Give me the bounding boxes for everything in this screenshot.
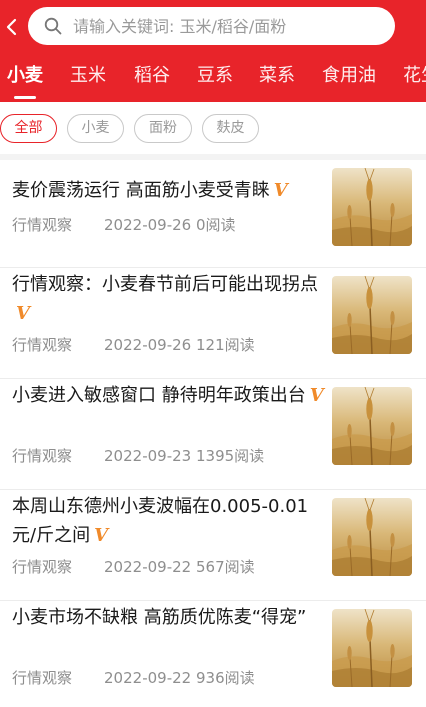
article-meta: 行情观察 2022-09-23 1395阅读 bbox=[12, 445, 264, 466]
article-reads: 0阅读 bbox=[195, 216, 236, 234]
search-bar[interactable] bbox=[28, 7, 395, 45]
tab-soybean[interactable]: 豆系 bbox=[197, 63, 233, 89]
tab-peanut[interactable]: 花生 bbox=[403, 63, 426, 89]
article-date: 2022-09-22 bbox=[104, 669, 192, 687]
article-item[interactable]: 本周山东德州小麦波幅在0.005-0.01元/斤之间 V 行情观察 2022-09-… bbox=[0, 490, 426, 601]
article-title-text: 小麦市场不缺粮 高筋质优陈麦“得宠” bbox=[12, 607, 307, 628]
wheat-thumbnail-image bbox=[332, 387, 412, 465]
article-item[interactable]: 麦价震荡运行 高面筋小麦受青睐 V 行情观察 2022-09-26 0阅读 bbox=[0, 160, 426, 268]
article-category: 行情观察 bbox=[12, 336, 73, 354]
tab-wheat[interactable]: 小麦 bbox=[7, 63, 43, 89]
article-title: 麦价震荡运行 高面筋小麦受青睐 V bbox=[12, 176, 324, 205]
vip-badge: V bbox=[94, 525, 109, 546]
wheat-thumbnail-image bbox=[332, 276, 412, 354]
article-date: 2022-09-22 bbox=[104, 558, 192, 576]
article-date: 2022-09-23 bbox=[104, 447, 192, 465]
article-meta: 行情观察 2022-09-26 0阅读 bbox=[12, 214, 236, 235]
back-button[interactable] bbox=[0, 8, 22, 46]
wheat-thumbnail-image bbox=[332, 609, 412, 687]
article-title-text: 麦价震荡运行 高面筋小麦受青睐 bbox=[12, 180, 270, 201]
article-reads: 567阅读 bbox=[195, 558, 255, 576]
article-item[interactable]: 小麦市场不缺粮 高筋质优陈麦“得宠” 行情观察 2022-09-22 936阅读 bbox=[0, 601, 426, 707]
article-date: 2022-09-26 bbox=[104, 216, 192, 234]
article-category: 行情观察 bbox=[12, 558, 73, 576]
search-input[interactable] bbox=[73, 7, 383, 45]
article-reads: 1395阅读 bbox=[195, 447, 265, 465]
tab-rapeseed[interactable]: 菜系 bbox=[259, 63, 295, 89]
article-title-text: 本周山东德州小麦波幅在0.005-0.01元/斤之间 bbox=[12, 496, 309, 546]
article-reads: 936阅读 bbox=[195, 669, 255, 687]
filter-bran[interactable]: 麸皮 bbox=[202, 114, 259, 143]
article-item[interactable]: 行情观察：小麦春节前后可能出现拐点 V 行情观察 2022-09-26 121阅读 bbox=[0, 268, 426, 379]
tab-rice[interactable]: 稻谷 bbox=[134, 63, 170, 89]
wheat-thumbnail-image bbox=[332, 168, 412, 246]
app-header: 小麦 玉米 稻谷 豆系 菜系 食用油 花生 bbox=[0, 0, 426, 102]
filter-flour[interactable]: 面粉 bbox=[134, 114, 192, 143]
vip-badge: V bbox=[273, 180, 288, 201]
vip-badge: V bbox=[309, 385, 324, 406]
article-title: 行情观察：小麦春节前后可能出现拐点 V bbox=[12, 270, 324, 328]
category-tabs: 小麦 玉米 稻谷 豆系 菜系 食用油 花生 bbox=[0, 52, 426, 102]
tab-corn[interactable]: 玉米 bbox=[70, 63, 106, 89]
filter-wheat[interactable]: 小麦 bbox=[67, 114, 124, 143]
active-tab-indicator bbox=[14, 96, 36, 99]
article-reads: 121阅读 bbox=[195, 336, 255, 354]
article-title-text: 行情观察：小麦春节前后可能出现拐点 bbox=[12, 274, 318, 295]
search-icon bbox=[44, 17, 62, 35]
article-title-text: 小麦进入敏感窗口 静待明年政策出台 bbox=[12, 385, 306, 406]
article-title: 本周山东德州小麦波幅在0.005-0.01元/斤之间 V bbox=[12, 492, 324, 550]
article-category: 行情观察 bbox=[12, 669, 73, 687]
chevron-left-icon bbox=[6, 18, 17, 36]
article-date: 2022-09-26 bbox=[104, 336, 192, 354]
tab-edible-oil[interactable]: 食用油 bbox=[322, 63, 376, 89]
article-title: 小麦进入敏感窗口 静待明年政策出台 V bbox=[12, 381, 324, 410]
filter-chips: 全部 小麦 面粉 麸皮 bbox=[0, 102, 426, 154]
vip-badge: V bbox=[16, 303, 30, 324]
filter-all[interactable]: 全部 bbox=[0, 114, 57, 143]
article-category: 行情观察 bbox=[12, 216, 73, 234]
article-title: 小麦市场不缺粮 高筋质优陈麦“得宠” bbox=[12, 603, 324, 632]
article-meta: 行情观察 2022-09-22 936阅读 bbox=[12, 667, 255, 688]
article-item[interactable]: 小麦进入敏感窗口 静待明年政策出台 V 行情观察 2022-09-23 1395阅读 bbox=[0, 379, 426, 490]
article-meta: 行情观察 2022-09-26 121阅读 bbox=[12, 334, 255, 355]
article-meta: 行情观察 2022-09-22 567阅读 bbox=[12, 556, 255, 577]
wheat-thumbnail-image bbox=[332, 498, 412, 576]
article-category: 行情观察 bbox=[12, 447, 73, 465]
